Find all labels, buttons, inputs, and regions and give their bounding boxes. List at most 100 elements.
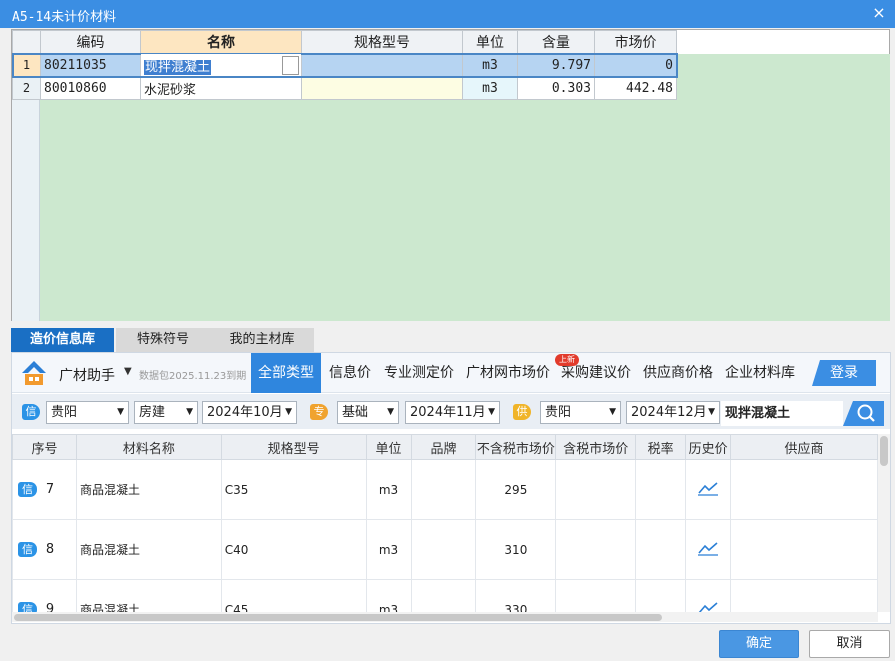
cell-tax-rate[interactable] (635, 459, 687, 520)
cell-history-price[interactable] (685, 459, 732, 520)
trend-chart-icon[interactable] (697, 540, 719, 556)
subcategory-select[interactable]: 基础 ▼ (337, 401, 399, 424)
cell-code[interactable]: 80010860 (40, 76, 141, 100)
cell-spec[interactable] (301, 53, 463, 77)
close-icon[interactable]: × (869, 3, 889, 23)
header-name[interactable]: 名称 (140, 30, 302, 54)
cell-brand[interactable] (410, 579, 477, 612)
ok-button[interactable]: 确定 (719, 630, 799, 658)
tab-my-main-materials[interactable]: 我的主材库 (210, 328, 314, 352)
search-button[interactable] (843, 401, 884, 426)
table-row[interactable]: 2 80010860 水泥砂浆 m3 0.303 442.48 (12, 76, 677, 100)
category-select[interactable]: 房建 ▼ (134, 401, 198, 424)
cell-price-ex-tax[interactable]: 295 (475, 459, 557, 520)
header-material-name[interactable]: 材料名称 (75, 434, 222, 460)
header-index[interactable]: 序号 (12, 434, 77, 460)
nav-enterprise-library[interactable]: 企业材料库 (722, 353, 798, 393)
table-row[interactable]: 信7 商品混凝土 C35 m3 295 (12, 459, 878, 520)
header-history-price[interactable]: 历史价 (685, 434, 732, 460)
header-unit[interactable]: 单位 (462, 30, 518, 54)
scrollbar-thumb[interactable] (880, 436, 888, 466)
trend-chart-icon[interactable] (697, 480, 719, 496)
nav-professional-price[interactable]: 专业测定价 (381, 353, 457, 393)
month-select-supply[interactable]: 2024年12月 ▼ (626, 401, 720, 424)
cell-name[interactable]: 水泥砂浆 (140, 76, 302, 100)
header-tax-rate[interactable]: 税率 (635, 434, 687, 460)
cell-supplier[interactable] (730, 459, 878, 520)
cell-material-name[interactable]: 商品混凝土 (75, 519, 222, 580)
row-number[interactable]: 1 (12, 53, 41, 77)
header-price-in-tax[interactable]: 含税市场价 (555, 434, 637, 460)
supply-tag: 供 (513, 404, 531, 420)
header-price[interactable]: 市场价 (594, 30, 677, 54)
header-code[interactable]: 编码 (40, 30, 141, 54)
cell-index[interactable]: 信8 (12, 519, 77, 580)
cell-price-in-tax[interactable] (555, 579, 637, 612)
header-brand[interactable]: 品牌 (410, 434, 477, 460)
row-number[interactable]: 2 (12, 76, 41, 100)
month-select-info[interactable]: 2024年10月 ▼ (202, 401, 297, 424)
table-row[interactable]: 信8 商品混凝土 C40 m3 310 (12, 519, 878, 580)
region-select-supply[interactable]: 贵阳 ▼ (540, 401, 621, 424)
cell-unit[interactable]: m3 (365, 459, 412, 520)
cell-unit[interactable]: m3 (365, 519, 412, 580)
table-row[interactable]: 信9 商品混凝土 C45 m3 330 (12, 579, 878, 612)
month-select-professional[interactable]: 2024年11月 ▼ (405, 401, 500, 424)
header-supplier[interactable]: 供应商 (730, 434, 878, 460)
name-dropdown-button[interactable] (282, 56, 299, 75)
cell-tax-rate[interactable] (635, 519, 687, 580)
login-button[interactable]: 登录 (812, 360, 876, 386)
cancel-button[interactable]: 取消 (809, 630, 890, 658)
chevron-down-icon[interactable]: ▼ (124, 366, 132, 377)
table-row[interactable]: 1 80211035 现拌混凝土 m3 9.797 0 (11, 52, 678, 78)
cell-unit[interactable]: m3 (462, 53, 518, 77)
nav-market-price[interactable]: 广材网市场价 (463, 353, 553, 393)
nav-info-price[interactable]: 信息价 (325, 353, 375, 393)
trend-chart-icon[interactable] (697, 600, 719, 612)
cell-brand[interactable] (410, 459, 477, 520)
cell-history-price[interactable] (685, 579, 732, 612)
cell-supplier[interactable] (730, 519, 878, 580)
header-spec[interactable]: 规格型号 (301, 30, 463, 54)
scrollbar-thumb[interactable] (14, 614, 662, 621)
brand-name[interactable]: 广材助手 (59, 365, 115, 385)
cell-content[interactable]: 0.303 (517, 76, 595, 100)
cell-history-price[interactable] (685, 519, 732, 580)
cell-unit[interactable]: m3 (462, 76, 518, 100)
cell-brand[interactable] (410, 519, 477, 580)
nav-all-types[interactable]: 全部类型 (251, 353, 321, 393)
header-unit[interactable]: 单位 (365, 434, 412, 460)
cell-price-ex-tax[interactable]: 330 (475, 579, 557, 612)
cell-tax-rate[interactable] (635, 579, 687, 612)
cell-index[interactable]: 信7 (12, 459, 77, 520)
vertical-scrollbar[interactable] (878, 434, 890, 612)
cell-price-ex-tax[interactable]: 310 (475, 519, 557, 580)
cell-material-name[interactable]: 商品混凝土 (75, 579, 222, 612)
cell-supplier[interactable] (730, 579, 878, 612)
cell-spec[interactable]: C35 (220, 459, 367, 520)
cell-unit[interactable]: m3 (365, 579, 412, 612)
cell-index[interactable]: 信9 (12, 579, 77, 612)
cell-price-in-tax[interactable] (555, 459, 637, 520)
region-select-info[interactable]: 贵阳 ▼ (46, 401, 129, 424)
cell-name-editor[interactable]: 现拌混凝土 (140, 53, 302, 77)
cell-material-name[interactable]: 商品混凝土 (75, 459, 222, 520)
cell-spec[interactable] (301, 76, 463, 100)
horizontal-scrollbar[interactable] (12, 612, 878, 622)
nav-supplier-price[interactable]: 供应商价格 (640, 353, 716, 393)
cell-price[interactable]: 442.48 (594, 76, 677, 100)
name-input[interactable]: 现拌混凝土 (144, 59, 212, 75)
chevron-down-icon: ▼ (488, 407, 495, 417)
material-search-input[interactable]: 现拌混凝土 (721, 401, 843, 426)
cell-code[interactable]: 80211035 (40, 53, 141, 77)
tab-special-symbols[interactable]: 特殊符号 (116, 328, 210, 352)
header-content[interactable]: 含量 (517, 30, 595, 54)
tab-price-info-library[interactable]: 造价信息库 (11, 328, 114, 352)
cell-content[interactable]: 9.797 (517, 53, 595, 77)
header-price-ex-tax[interactable]: 不含税市场价 (475, 434, 557, 460)
cell-price[interactable]: 0 (594, 53, 677, 77)
cell-spec[interactable]: C40 (220, 519, 367, 580)
cell-spec[interactable]: C45 (220, 579, 367, 612)
header-spec[interactable]: 规格型号 (220, 434, 367, 460)
cell-price-in-tax[interactable] (555, 519, 637, 580)
